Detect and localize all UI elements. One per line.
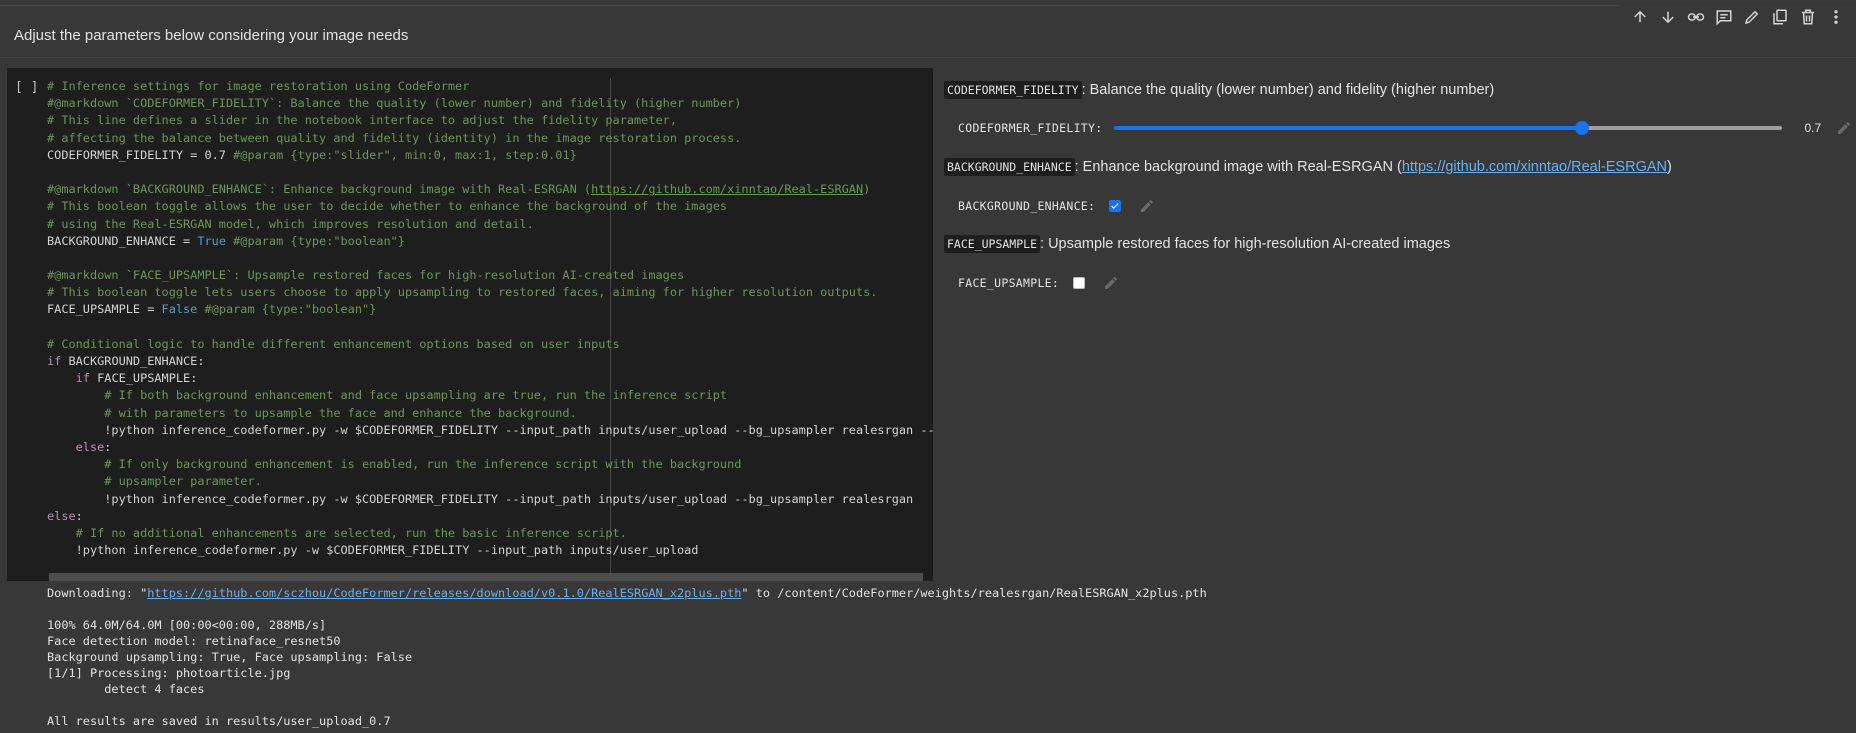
code-line: # upsampler parameter. [47, 474, 262, 489]
fidelity-description: : Balance the quality (lower number) and… [1081, 82, 1495, 98]
edit-icon [1744, 10, 1759, 25]
code-line: # This boolean toggle allows the user to… [47, 199, 728, 214]
edit-face-button[interactable] [1101, 273, 1121, 293]
markdown-cell[interactable]: Adjust the parameters below considering … [0, 14, 1856, 58]
code-line: BACKGROUND_ENHANCE = True #@param {type:… [47, 233, 405, 248]
download-link[interactable]: https://github.com/sczhou/CodeFormer/rel… [147, 586, 741, 600]
code-text[interactable]: # Inference settings for image restorati… [47, 78, 933, 559]
fidelity-tag: CODEFORMER_FIDELITY [944, 81, 1082, 99]
slider-fill [1114, 126, 1583, 130]
output-line: All results are saved in results/user_up… [47, 714, 391, 728]
download-prefix: Downloading: " [47, 586, 148, 600]
move-down-button[interactable] [1656, 5, 1680, 29]
code-line: !python inference_codeformer.py -w $CODE… [47, 491, 914, 506]
checkmark-icon [1111, 203, 1119, 209]
form-panel: CODEFORMER_FIDELITY: Balance the quality… [944, 68, 1856, 368]
code-line: # affecting the balance between quality … [47, 130, 742, 145]
delete-button[interactable] [1796, 5, 1820, 29]
move-up-button[interactable] [1628, 5, 1652, 29]
code-line: if BACKGROUND_ENHANCE: [47, 354, 205, 368]
link-button[interactable] [1684, 5, 1708, 29]
delete-icon [1802, 9, 1814, 25]
output-line: 100% 64.0M/64.0M [00:00<00:00, 288MB/s] [47, 618, 327, 632]
face-tag: FACE_UPSAMPLE [944, 235, 1041, 253]
face-upsample-checkbox[interactable] [1073, 277, 1086, 289]
cell-output: Downloading: "https://github.com/sczhou/… [47, 585, 1347, 729]
background-field: BACKGROUND_ENHANCE: [958, 196, 1157, 216]
link-icon [1687, 13, 1705, 21]
pencil-icon [1838, 121, 1851, 134]
real-esrgan-link[interactable]: https://github.com/xinntao/Real-ESRGAN [1402, 159, 1667, 175]
edit-fidelity-button[interactable] [1834, 118, 1854, 138]
output-line: Background upsampling: True, Face upsamp… [47, 650, 413, 664]
code-editor[interactable]: [ ] # Inference settings for image resto… [7, 68, 933, 581]
horizontal-scrollbar[interactable] [49, 573, 923, 581]
background-title: BACKGROUND_ENHANCE: Enhance background i… [944, 158, 1672, 176]
code-line: # This boolean toggle lets users choose … [47, 285, 878, 300]
code-line: # using the Real-ESRGAN model, which imp… [47, 216, 534, 231]
output-line: [1/1] Processing: photoarticle.jpg [47, 666, 291, 680]
code-line: !python inference_codeformer.py -w $CODE… [47, 422, 933, 437]
code-line: FACE_UPSAMPLE = False #@param {type:"boo… [47, 302, 377, 317]
mirror-cell-button[interactable] [1768, 5, 1792, 29]
cell-toolbar [1620, 2, 1856, 32]
face-label: FACE_UPSAMPLE: [958, 276, 1060, 290]
pencil-icon [1141, 199, 1154, 212]
code-line: # This line defines a slider in the note… [47, 113, 677, 128]
code-line: # Inference settings for image restorati… [47, 79, 470, 93]
code-line: # Conditional logic to handle different … [47, 336, 620, 351]
face-description: : Upsample restored faces for high-resol… [1040, 236, 1451, 252]
code-line: # If only background enhancement is enab… [47, 457, 742, 472]
face-title: FACE_UPSAMPLE: Upsample restored faces f… [944, 235, 1451, 253]
code-line: if FACE_UPSAMPLE: [75, 371, 198, 386]
edit-background-button[interactable] [1137, 196, 1157, 216]
comment-button[interactable] [1712, 5, 1736, 29]
fidelity-field: CODEFORMER_FIDELITY: 0.7 [958, 118, 1854, 138]
cell-top-border [0, 0, 1856, 6]
background-tag: BACKGROUND_ENHANCE [944, 158, 1075, 176]
code-line: CODEFORMER_FIDELITY = 0.7 #@param {type:… [47, 147, 577, 162]
run-cell-button[interactable]: [ ] [15, 80, 38, 95]
background-description-suffix: ) [1667, 159, 1672, 175]
markdown-text: Adjust the parameters below considering … [14, 27, 409, 44]
background-enhance-checkbox[interactable] [1109, 200, 1122, 212]
copy-icon [1773, 9, 1787, 25]
code-line: #@markdown `FACE_UPSAMPLE`: Upsample res… [47, 268, 685, 283]
download-suffix: " to /content/CodeFormer/weights/realesr… [741, 586, 1207, 600]
code-line: else: [75, 439, 112, 454]
comment-icon [1716, 10, 1732, 26]
edit-button[interactable] [1740, 5, 1764, 29]
fidelity-label: CODEFORMER_FIDELITY: [958, 121, 1103, 135]
code-line: else: [47, 508, 83, 523]
fidelity-title: CODEFORMER_FIDELITY: Balance the quality… [944, 81, 1495, 99]
more-options-button[interactable] [1824, 5, 1848, 29]
pencil-icon [1105, 276, 1118, 289]
code-line: #@markdown `BACKGROUND_ENHANCE`: Enhance… [47, 182, 871, 197]
arrow-down-icon [1662, 11, 1674, 24]
fidelity-value: 0.7 [1804, 121, 1822, 135]
fidelity-slider[interactable] [1114, 121, 1783, 135]
code-line: # If no additional enhancements are sele… [47, 525, 627, 540]
output-line: Face detection model: retinaface_resnet5… [47, 634, 341, 648]
code-line: #@markdown `CODEFORMER_FIDELITY`: Balanc… [47, 96, 742, 111]
output-line: detect 4 faces [47, 682, 205, 696]
slider-thumb[interactable] [1575, 121, 1590, 135]
face-field: FACE_UPSAMPLE: [958, 273, 1121, 293]
code-line: # with parameters to upsample the face a… [47, 405, 577, 420]
code-line: # If both background enhancement and fac… [47, 388, 728, 403]
arrow-up-icon [1634, 10, 1646, 23]
background-label: BACKGROUND_ENHANCE: [958, 199, 1096, 213]
background-description-prefix: : Enhance background image with Real-ESR… [1074, 159, 1402, 175]
code-line: !python inference_codeformer.py -w $CODE… [47, 543, 699, 558]
more-icon [1834, 10, 1838, 24]
